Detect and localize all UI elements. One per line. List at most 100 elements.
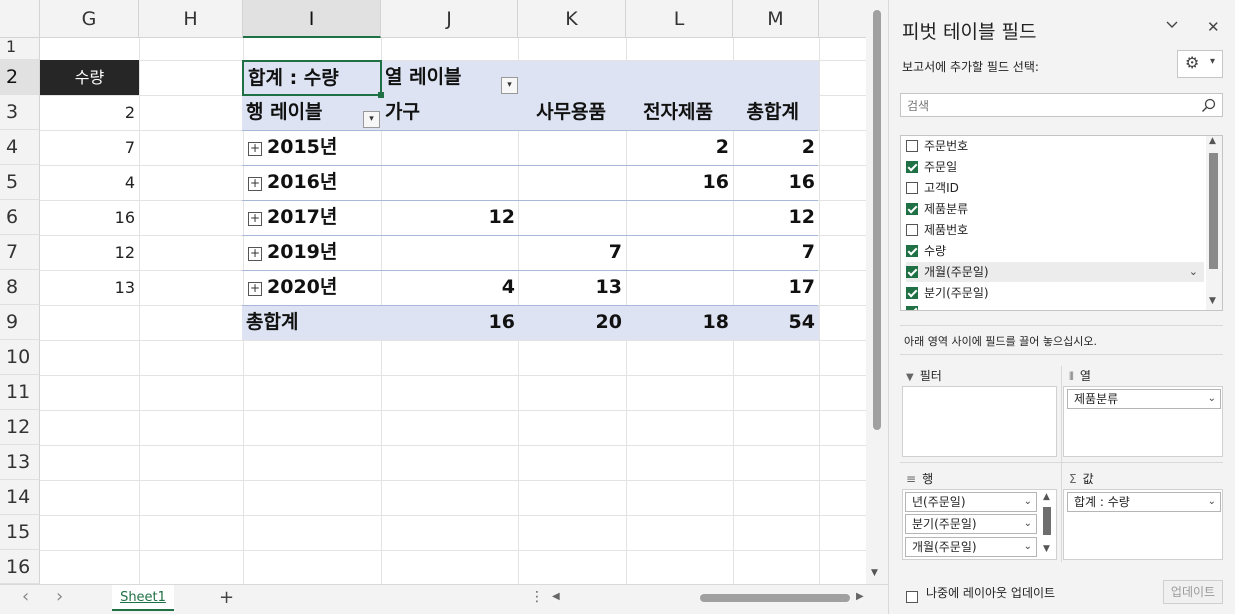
- checkbox-unchecked[interactable]: [906, 224, 918, 236]
- pivot-row-label[interactable]: +2017년: [248, 200, 378, 235]
- update-button[interactable]: 업데이트: [1163, 580, 1223, 604]
- chevron-down-icon[interactable]: ⌄: [1024, 493, 1032, 511]
- filter-drop-area[interactable]: [902, 386, 1057, 457]
- row-header[interactable]: 3: [0, 95, 40, 130]
- pivot-value[interactable]: 17: [733, 270, 819, 305]
- scroll-left-arrow-icon[interactable]: ◀: [552, 591, 560, 602]
- select-all-corner[interactable]: [0, 0, 40, 38]
- defer-update-checkbox[interactable]: [906, 586, 924, 605]
- checkbox-checked[interactable]: [906, 245, 918, 257]
- pivot-total-value[interactable]: 16: [381, 305, 518, 340]
- field-list-scrollbar[interactable]: ▲ ▼: [1206, 136, 1222, 310]
- pivot-total-label[interactable]: 총합계: [246, 305, 376, 340]
- field-search-input[interactable]: 검색: [900, 93, 1223, 117]
- row-header[interactable]: 8: [0, 270, 40, 305]
- checkbox-checked[interactable]: [906, 203, 918, 215]
- row-field-pill[interactable]: 년(주문일) ⌄: [905, 492, 1037, 512]
- column-header-k[interactable]: K: [518, 0, 626, 38]
- row-header[interactable]: 9: [0, 305, 40, 340]
- expand-icon[interactable]: +: [248, 247, 262, 261]
- expand-icon[interactable]: +: [248, 177, 262, 191]
- pivot-total-value[interactable]: 18: [626, 305, 733, 340]
- row-header[interactable]: 14: [0, 480, 40, 515]
- row-header[interactable]: 2: [0, 60, 40, 95]
- pivot-value[interactable]: 2: [626, 130, 733, 165]
- expand-icon[interactable]: +: [248, 212, 262, 226]
- search-icon[interactable]: [1201, 98, 1216, 113]
- cell-g-value[interactable]: 2: [40, 95, 139, 130]
- next-sheet-icon[interactable]: ›: [56, 586, 63, 607]
- field-list-scroll-thumb[interactable]: [1209, 153, 1218, 269]
- rows-area-scroll-thumb[interactable]: [1043, 507, 1051, 535]
- checkbox-checked[interactable]: [906, 266, 918, 278]
- column-header-h[interactable]: H: [139, 0, 243, 38]
- scroll-down-arrow-icon[interactable]: ▼: [1209, 296, 1216, 306]
- cell-g-value[interactable]: 13: [40, 270, 139, 305]
- spreadsheet-grid[interactable]: G H I J K L M 1 2 3 4 5 6 7 8 9 10 11 12…: [0, 0, 866, 584]
- row-header[interactable]: 10: [0, 340, 40, 375]
- scroll-right-arrow-icon[interactable]: ▶: [856, 591, 864, 602]
- pivot-value[interactable]: [626, 200, 733, 235]
- prev-sheet-icon[interactable]: ‹: [22, 586, 29, 607]
- row-header[interactable]: 4: [0, 130, 40, 165]
- pane-collapse-icon[interactable]: [1165, 18, 1179, 36]
- checkbox-unchecked[interactable]: [906, 591, 918, 603]
- pivot-value[interactable]: 4: [381, 270, 518, 305]
- chevron-down-icon[interactable]: ⌄: [1024, 538, 1032, 556]
- pivot-total-value[interactable]: 54: [733, 305, 819, 340]
- cell-g-value[interactable]: 12: [40, 235, 139, 270]
- pivot-row-label[interactable]: +2015년: [248, 130, 378, 165]
- field-item-제품번호[interactable]: 제품번호: [906, 220, 968, 240]
- expand-icon[interactable]: +: [248, 282, 262, 296]
- checkbox-checked[interactable]: [906, 161, 918, 173]
- sheet-tab-sheet1[interactable]: Sheet1: [112, 585, 174, 611]
- chevron-down-icon[interactable]: ⌄: [1024, 515, 1032, 533]
- row-field-pill[interactable]: 분기(주문일) ⌄: [905, 514, 1037, 534]
- settings-button[interactable]: ⚙ ▾: [1177, 50, 1223, 78]
- pivot-total-value[interactable]: 20: [518, 305, 626, 340]
- rows-area-scrollbar[interactable]: ▲ ▼: [1041, 492, 1053, 558]
- chevron-down-icon[interactable]: ⌄: [1208, 390, 1216, 408]
- column-header-l[interactable]: L: [626, 0, 733, 38]
- pivot-value[interactable]: [381, 165, 518, 200]
- pivot-value[interactable]: 13: [518, 270, 626, 305]
- pivot-value[interactable]: [518, 130, 626, 165]
- field-item-주문번호[interactable]: 주문번호: [906, 136, 968, 156]
- pivot-row-label[interactable]: +2020년: [248, 270, 378, 305]
- field-item-분기주문일[interactable]: 분기(주문일): [906, 283, 989, 303]
- column-field-pill[interactable]: 제품분류 ⌄: [1067, 389, 1221, 409]
- add-sheet-button[interactable]: +: [219, 587, 234, 608]
- cell-g-value[interactable]: 7: [40, 130, 139, 165]
- chevron-down-icon[interactable]: ⌄: [1189, 262, 1198, 282]
- expand-icon[interactable]: +: [248, 142, 262, 156]
- row-header[interactable]: 12: [0, 410, 40, 445]
- chevron-down-icon[interactable]: ⌄: [1208, 493, 1216, 511]
- value-field-pill[interactable]: 합계 : 수량 ⌄: [1067, 492, 1221, 512]
- pivot-value[interactable]: 2: [733, 130, 819, 165]
- scroll-down-arrow-icon[interactable]: ▼: [871, 568, 878, 578]
- field-item-주문일[interactable]: 주문일: [906, 157, 957, 177]
- pivot-value[interactable]: [381, 235, 518, 270]
- field-item-고객id[interactable]: 고객ID: [906, 178, 959, 198]
- selection-handle[interactable]: [378, 92, 384, 98]
- pivot-value[interactable]: 7: [518, 235, 626, 270]
- column-header-m[interactable]: M: [733, 0, 819, 38]
- scroll-up-arrow-icon[interactable]: ▲: [1209, 136, 1216, 146]
- horizontal-scroll-thumb[interactable]: [700, 594, 850, 602]
- pivot-value[interactable]: [381, 130, 518, 165]
- scroll-thumb[interactable]: [873, 10, 881, 430]
- sheet-vertical-scrollbar[interactable]: ▼: [866, 0, 888, 584]
- pivot-value[interactable]: 12: [381, 200, 518, 235]
- pivot-value[interactable]: [626, 235, 733, 270]
- pivot-value[interactable]: 16: [733, 165, 819, 200]
- pivot-value[interactable]: 16: [626, 165, 733, 200]
- column-header-g[interactable]: G: [40, 0, 139, 38]
- row-header[interactable]: 15: [0, 515, 40, 550]
- cell-g-value[interactable]: 4: [40, 165, 139, 200]
- scroll-down-arrow-icon[interactable]: ▼: [1043, 544, 1050, 554]
- row-header[interactable]: 1: [0, 38, 40, 60]
- column-labels-filter-button[interactable]: ▾: [501, 77, 518, 94]
- scroll-up-arrow-icon[interactable]: ▲: [1043, 492, 1050, 502]
- pivot-corner-label[interactable]: 합계 : 수량: [242, 60, 382, 96]
- column-header-i[interactable]: I: [243, 0, 381, 38]
